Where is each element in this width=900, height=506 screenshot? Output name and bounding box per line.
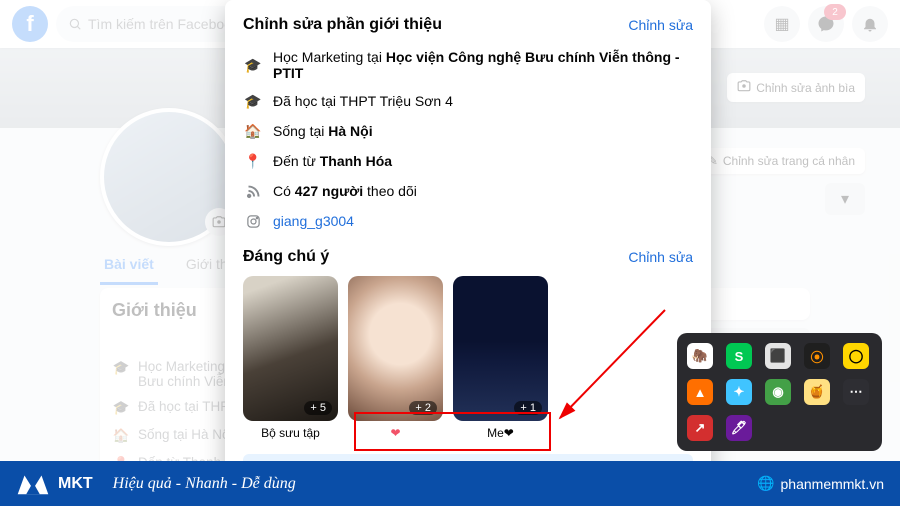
modal-lives-line: 🏠 Sống tại Hà Nội <box>243 116 693 146</box>
featured-caption: Me❤ <box>453 421 548 440</box>
ext-icon[interactable]: ◯ <box>843 343 869 369</box>
featured-count: + 2 <box>409 401 437 415</box>
footer-slogan: Hiệu quả - Nhanh - Dễ dùng <box>113 475 296 493</box>
ext-icon[interactable]: ⦿ <box>804 343 830 369</box>
featured-row: + 5 Bộ sưu tập + 2 ❤ + 1 Me❤ <box>243 276 693 440</box>
intro-edit-link[interactable]: Chỉnh sửa <box>628 17 693 33</box>
ext-icon[interactable]: S <box>726 343 752 369</box>
featured-count: + 1 <box>514 401 542 415</box>
graduation-icon: 🎓 <box>243 91 263 111</box>
featured-caption: ❤ <box>348 421 443 440</box>
ext-icon[interactable]: 🍯 <box>804 379 830 405</box>
modal-followers-line: Có 427 người theo dõi <box>243 176 693 206</box>
featured-edit-link[interactable]: Chỉnh sửa <box>628 249 693 265</box>
featured-count: + 5 <box>304 401 332 415</box>
instagram-icon <box>243 211 263 231</box>
featured-item[interactable]: + 1 Me❤ <box>453 276 548 440</box>
home-icon: 🏠 <box>243 121 263 141</box>
modal-from-line: 📍 Đến từ Thanh Hóa <box>243 146 693 176</box>
featured-thumb: + 1 <box>453 276 548 421</box>
ext-icon[interactable]: ▲ <box>687 379 713 405</box>
ext-icon[interactable]: 🖊 <box>726 415 752 441</box>
ext-icon[interactable]: ⋯ <box>843 379 869 405</box>
featured-section-title: Đáng chú ý <box>243 248 329 266</box>
modal-work-line: 🎓 Học Marketing tại Học viện Công nghệ B… <box>243 44 693 86</box>
globe-icon: 🌐 <box>757 475 774 492</box>
featured-thumb: + 5 <box>243 276 338 421</box>
edit-details-modal: Chỉnh sửa phần giới thiệu Chỉnh sửa 🎓 Họ… <box>225 0 711 506</box>
ext-icon[interactable]: ◉ <box>765 379 791 405</box>
ext-icon[interactable]: ⬛ <box>765 343 791 369</box>
featured-item[interactable]: + 2 ❤ <box>348 276 443 440</box>
modal-instagram-line[interactable]: giang_g3004 <box>243 206 693 236</box>
featured-caption: Bộ sưu tập <box>243 421 338 440</box>
rss-icon <box>243 181 263 201</box>
ext-icon[interactable]: 🦣 <box>687 343 713 369</box>
location-icon: 📍 <box>243 151 263 171</box>
mkt-logo-icon <box>16 470 50 498</box>
ext-icon[interactable]: ✦ <box>726 379 752 405</box>
ext-icon[interactable]: ↗ <box>687 415 713 441</box>
footer-brand: MKT <box>16 470 93 498</box>
featured-item[interactable]: + 5 Bộ sưu tập <box>243 276 338 440</box>
extension-tray: 🦣 S ⬛ ⦿ ◯ ▲ ✦ ◉ 🍯 ⋯ ↗ 🖊 <box>677 333 882 451</box>
footer-banner: MKT Hiệu quả - Nhanh - Dễ dùng 🌐 phanmem… <box>0 461 900 506</box>
featured-thumb: + 2 <box>348 276 443 421</box>
modal-school-line: 🎓 Đã học tại THPT Triệu Sơn 4 <box>243 86 693 116</box>
footer-site[interactable]: 🌐 phanmemmkt.vn <box>757 475 884 492</box>
graduation-icon: 🎓 <box>243 55 263 75</box>
intro-section-title: Chỉnh sửa phần giới thiệu <box>243 16 442 34</box>
